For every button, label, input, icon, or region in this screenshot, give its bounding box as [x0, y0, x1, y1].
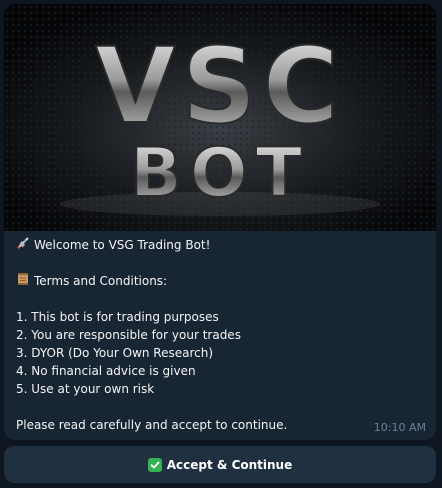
accept-continue-button[interactable]: Accept & Continue	[4, 446, 436, 483]
message-line: Please read carefully and accept to cont…	[16, 416, 424, 434]
message-line	[16, 398, 424, 416]
message-line-text: 1. This bot is for trading purposes	[16, 310, 219, 324]
message-line	[16, 290, 424, 308]
message-line-text: 2. You are responsible for your trades	[16, 328, 241, 342]
logo-line-vsc: VSC	[95, 25, 345, 147]
message-line-text: Terms and Conditions:	[34, 274, 168, 288]
message-timestamp: 10:10 AM	[373, 421, 426, 434]
accept-continue-label: Accept & Continue	[166, 457, 293, 472]
message-line: Terms and Conditions:	[16, 272, 424, 290]
check-mark-icon	[147, 457, 162, 472]
scroll-icon	[16, 272, 30, 291]
message-line-text: 5. Use at your own risk	[16, 382, 155, 396]
message-line: 5. Use at your own risk	[16, 380, 424, 398]
message-line: 3. DYOR (Do Your Own Research)	[16, 344, 424, 362]
message-text: Welcome to VSG Trading Bot! Terms and Con…	[16, 236, 424, 434]
message-line-text: Welcome to VSG Trading Bot!	[34, 238, 211, 252]
message-line: Welcome to VSG Trading Bot!	[16, 236, 424, 254]
vsc-bot-logo: VSC BOT	[4, 4, 436, 231]
message-line-text: 3. DYOR (Do Your Own Research)	[16, 346, 214, 360]
message-line	[16, 254, 424, 272]
logo-line-bot: BOT	[130, 134, 310, 213]
banner-image: VSC BOT	[4, 4, 436, 231]
message-line: 4. No financial advice is given	[16, 362, 424, 380]
message-line-text: Please read carefully and accept to cont…	[16, 418, 288, 432]
rocket-icon	[16, 236, 30, 255]
message-line: 2. You are responsible for your trades	[16, 326, 424, 344]
bot-message: VSC BOT Welcome to VSG Trading Bot! Terms…	[4, 4, 436, 440]
message-line: 1. This bot is for trading purposes	[16, 308, 424, 326]
message-line-text: 4. No financial advice is given	[16, 364, 196, 378]
